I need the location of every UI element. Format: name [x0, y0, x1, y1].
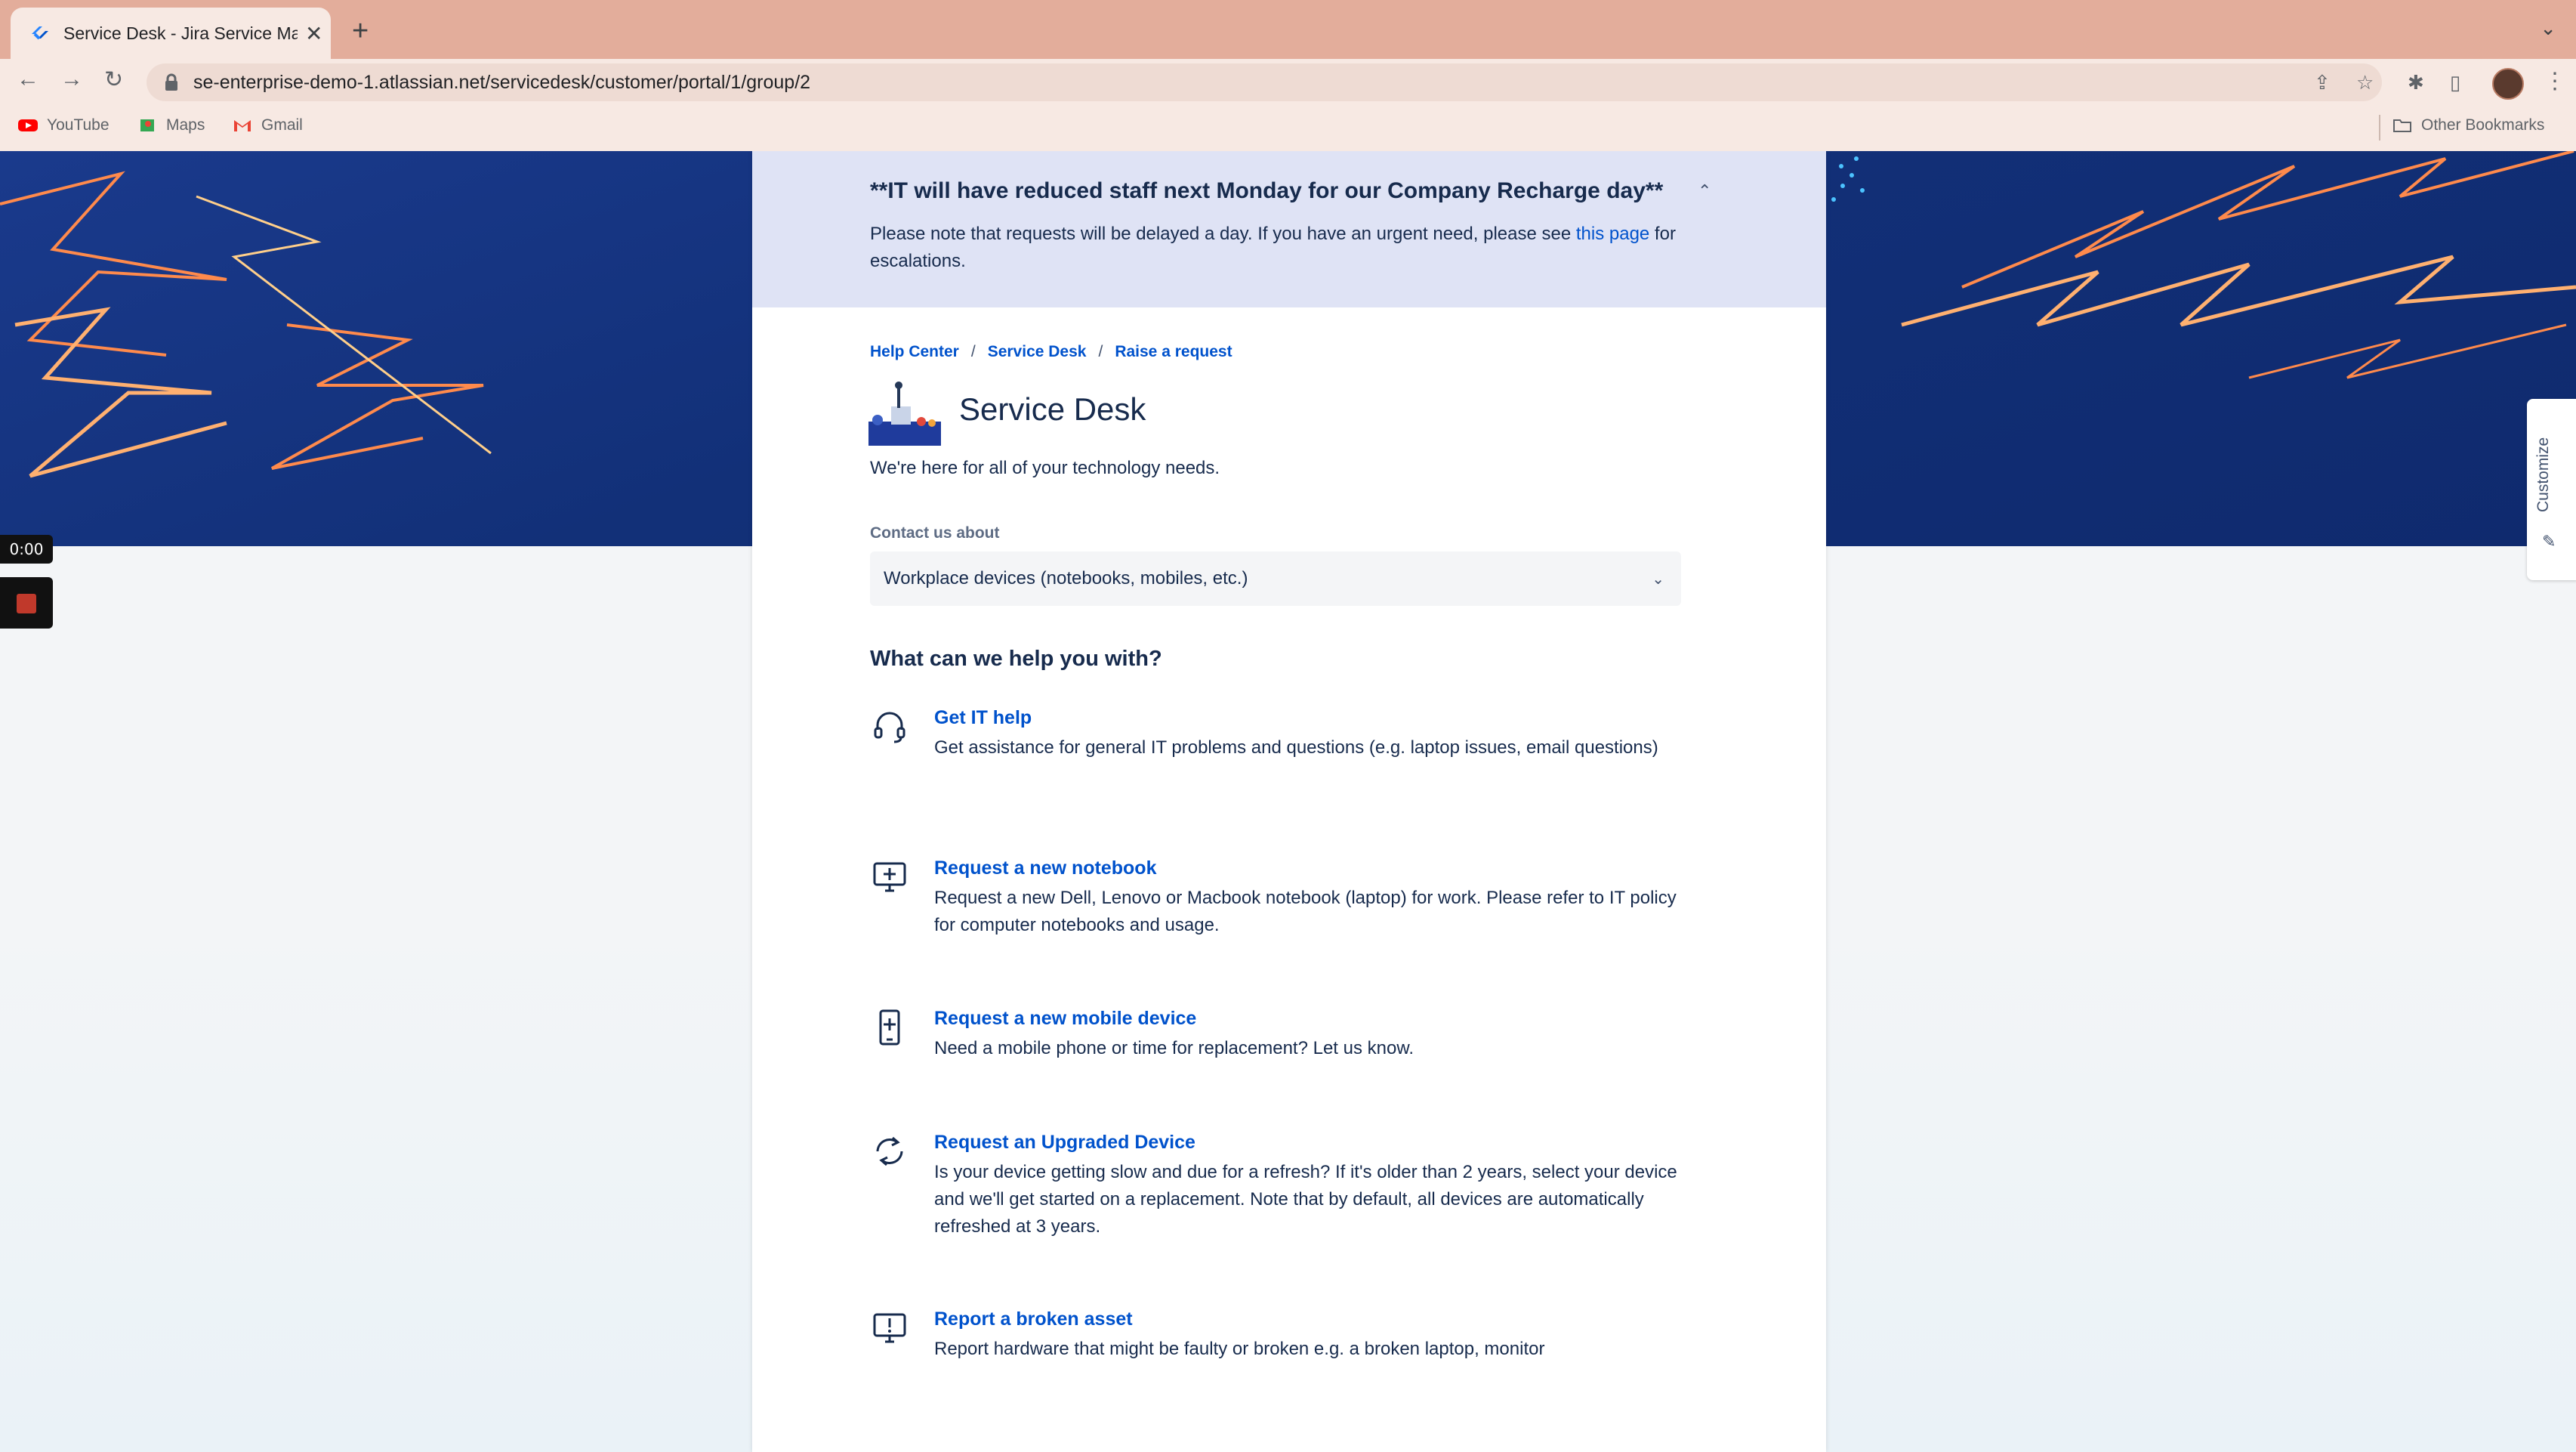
monitor-plus-icon [873, 862, 906, 892]
bookmarks-bar: YouTube Maps Gmail Other Bookmarks [0, 106, 2576, 152]
request-type-description: Request a new Dell, Lenovo or Macbook no… [934, 888, 1677, 935]
help-heading: What can we help you with? [870, 647, 1162, 671]
url-text: se-enterprise-demo-1.atlassian.net/servi… [193, 71, 811, 93]
other-bookmarks[interactable]: Other Bookmarks [2392, 116, 2544, 134]
customize-tab[interactable]: Customize ✎ [2527, 399, 2576, 580]
lock-icon [165, 73, 177, 91]
request-type-title[interactable]: Report a broken asset [934, 1308, 1133, 1330]
request-type-description: Report hardware that might be faulty or … [934, 1339, 1545, 1359]
share-icon[interactable]: ⇪ [2314, 71, 2331, 94]
bookmark-label: Gmail [261, 116, 303, 134]
recording-stop-button[interactable] [0, 577, 53, 629]
breadcrumb-separator: / [970, 343, 976, 360]
pencil-icon: ✎ [2542, 532, 2556, 551]
announcement-text: Please note that requests will be delaye… [870, 221, 1716, 275]
portal-page: 0:00 **IT will have reduced staff next M… [0, 151, 2576, 1452]
breadcrumb-separator: / [1098, 343, 1103, 360]
bookmark-label: Maps [166, 116, 205, 134]
request-type-description: Get assistance for general IT problems a… [934, 737, 1658, 758]
request-type-item[interactable]: Request a new notebook Request a new Del… [870, 857, 1701, 935]
jira-favicon-icon [32, 26, 48, 40]
announcement-banner: **IT will have reduced staff next Monday… [752, 151, 1826, 307]
page-description: We're here for all of your technology ne… [870, 458, 1220, 478]
other-bookmarks-label: Other Bookmarks [2421, 116, 2545, 134]
contact-select-value: Workplace devices (notebooks, mobiles, e… [884, 568, 1248, 589]
browser-toolbar: ← → ↻ se-enterprise-demo-1.atlassian.net… [0, 59, 2576, 106]
request-type-item[interactable]: Request a new mobile device Need a mobil… [870, 1008, 1701, 1061]
portal-card: **IT will have reduced staff next Monday… [752, 151, 1826, 1452]
bookmark-gmail[interactable]: Gmail [233, 116, 303, 134]
request-type-item[interactable]: Report a broken asset Report hardware th… [870, 1308, 1701, 1361]
gmail-icon [234, 120, 251, 131]
request-type-item[interactable]: Get IT help Get assistance for general I… [870, 707, 1701, 783]
chevron-down-icon: ⌄ [1652, 571, 1664, 588]
address-bar[interactable]: se-enterprise-demo-1.atlassian.net/servi… [147, 63, 2382, 101]
request-type-item[interactable]: Request an Upgraded Device Is your devic… [870, 1132, 1701, 1237]
monitor-alert-icon [873, 1313, 906, 1343]
collapse-chevron-icon[interactable]: ⌃ [1698, 181, 1711, 201]
folder-icon [2393, 119, 2411, 132]
maps-icon [140, 119, 154, 131]
recording-timer: 0:00 [0, 535, 53, 564]
contact-label: Contact us about [870, 524, 1000, 542]
headset-icon [874, 712, 905, 743]
breadcrumb: Help Center / Service Desk / Raise a req… [870, 343, 1232, 361]
tab-search-icon[interactable]: ⌄ [2540, 17, 2556, 40]
request-type-description: Need a mobile phone or time for replacem… [934, 1038, 1414, 1058]
customize-label: Customize [2534, 437, 2552, 512]
bookmark-youtube[interactable]: YouTube [18, 116, 110, 134]
request-type-title[interactable]: Request a new notebook [934, 857, 1156, 879]
request-type-title[interactable]: Get IT help [934, 707, 1032, 729]
request-type-title[interactable]: Request a new mobile device [934, 1008, 1196, 1030]
request-type-description: Is your device getting slow and due for … [934, 1162, 1677, 1237]
browser-tab-strip: Service Desk - Jira Service Ma ✕ + ⌄ [0, 0, 2576, 59]
service-desk-logo [868, 382, 941, 446]
refresh-icon [876, 1136, 903, 1166]
forward-icon[interactable]: → [60, 66, 83, 92]
side-panel-icon[interactable]: ▯ [2450, 71, 2460, 94]
lightning-bolt-graphic [0, 171, 492, 478]
breadcrumb-service-desk[interactable]: Service Desk [988, 343, 1087, 361]
profile-avatar[interactable] [2492, 68, 2524, 100]
announcement-title: **IT will have reduced staff next Monday… [870, 178, 1664, 203]
breadcrumb-help-center[interactable]: Help Center [870, 343, 959, 361]
stop-icon [17, 594, 36, 613]
bookmark-label: YouTube [47, 116, 110, 134]
lightning-bolt-graphic-right [1831, 151, 2576, 379]
reload-icon[interactable]: ↻ [104, 66, 123, 93]
browser-menu-icon[interactable]: ⋮ [2544, 68, 2566, 94]
bookmark-maps[interactable]: Maps [137, 116, 205, 134]
page-title: Service Desk [959, 391, 1146, 427]
browser-tab[interactable]: Service Desk - Jira Service Ma ✕ [11, 8, 331, 59]
back-icon[interactable]: ← [17, 66, 39, 92]
breadcrumb-raise-request[interactable]: Raise a request [1115, 343, 1232, 361]
bookmark-star-icon[interactable]: ☆ [2356, 71, 2374, 94]
extensions-icon[interactable]: ✱ [2408, 71, 2424, 94]
bookmarks-divider [2379, 115, 2380, 141]
escalation-link[interactable]: this page [1576, 224, 1649, 244]
announcement-text-start: Please note that requests will be delaye… [870, 224, 1576, 244]
tab-title: Service Desk - Jira Service Ma [63, 23, 298, 43]
mobile-plus-icon [879, 1009, 900, 1046]
new-tab-icon[interactable]: + [352, 15, 369, 48]
request-type-title[interactable]: Request an Upgraded Device [934, 1132, 1195, 1154]
contact-select[interactable]: Workplace devices (notebooks, mobiles, e… [870, 551, 1681, 606]
tab-close-icon[interactable]: ✕ [305, 21, 322, 46]
youtube-icon [18, 119, 38, 131]
